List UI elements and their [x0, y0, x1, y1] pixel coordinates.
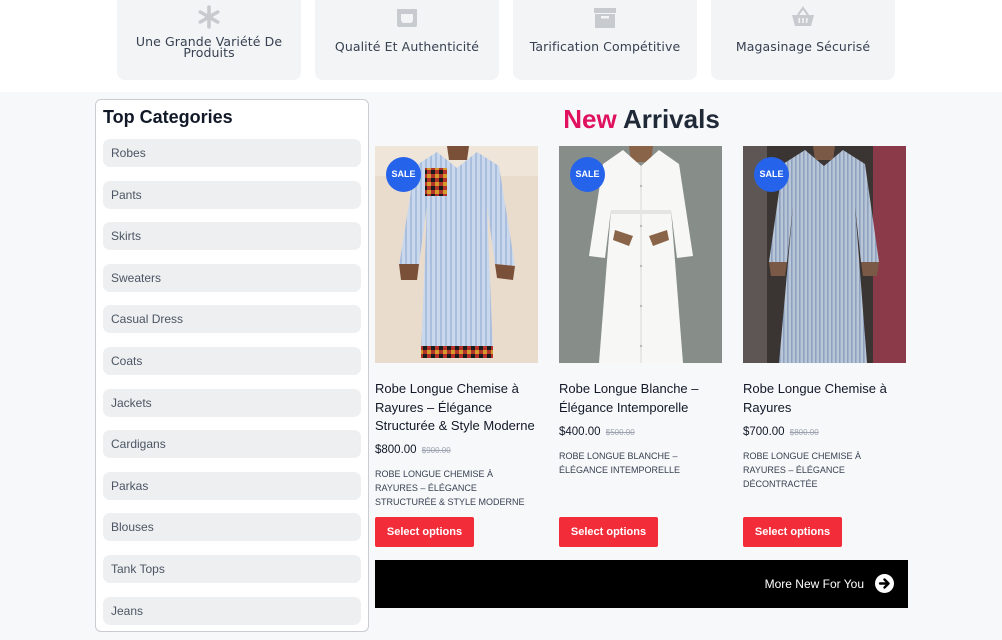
- category-item-casual-dress[interactable]: Casual Dress: [103, 305, 361, 333]
- category-item-robes[interactable]: Robes: [103, 139, 361, 167]
- feature-label: Une Grande Variété De Produits: [135, 34, 283, 60]
- asterisk-icon: [117, 4, 301, 30]
- shopping-basket-icon: [711, 4, 895, 30]
- cup-icon: [315, 4, 499, 30]
- arrow-right-circle-icon: [875, 574, 894, 593]
- heading-rest: Arrivals: [622, 104, 720, 134]
- category-item-pants[interactable]: Pants: [103, 181, 361, 209]
- product-description: Robe Longue Chemise à Rayures – Élégance…: [743, 451, 862, 489]
- product-description: Robe Longue Chemise à Rayures – Élégance…: [375, 469, 525, 507]
- feature-label: Tarification Compétitive: [529, 39, 681, 54]
- category-item-skirts[interactable]: Skirts: [103, 222, 361, 250]
- more-new-for-you-button[interactable]: More New For You: [375, 560, 908, 608]
- section-heading: New Arrivals: [375, 104, 908, 135]
- select-options-button[interactable]: Select options: [743, 517, 842, 547]
- current-price: $400.00: [559, 426, 601, 438]
- old-price: $500.00: [605, 428, 635, 437]
- product-card: SALE Robe Longue Chemise à Rayures $700.…: [743, 146, 906, 547]
- archive-box-icon: [513, 4, 697, 30]
- product-title[interactable]: Robe Longue Blanche – Élégance Intempore…: [559, 380, 722, 417]
- sale-badge: SALE: [754, 157, 789, 192]
- category-item-cardigans[interactable]: Cardigans: [103, 430, 361, 458]
- product-title[interactable]: Robe Longue Chemise à Rayures: [743, 380, 906, 417]
- product-image[interactable]: SALE: [743, 146, 906, 363]
- feature-card-variety: Une Grande Variété De Produits: [117, 0, 301, 80]
- product-image[interactable]: SALE: [559, 146, 722, 363]
- product-card: SALE Robe Longue Chemise à Rayures – Élé…: [375, 146, 538, 547]
- feature-label: Magasinage Sécurisé: [735, 39, 871, 54]
- category-item-tank-tops[interactable]: Tank Tops: [103, 555, 361, 583]
- product-card: SALE Robe Longue Blanche – Élégance Inte…: [559, 146, 722, 547]
- feature-label: Qualité Et Authenticité: [334, 39, 480, 54]
- sale-badge: SALE: [386, 157, 421, 192]
- heading-accent: New: [563, 104, 617, 134]
- feature-card-quality: Qualité Et Authenticité: [315, 0, 499, 80]
- category-item-coats[interactable]: Coats: [103, 347, 361, 375]
- category-item-sweaters[interactable]: Sweaters: [103, 264, 361, 292]
- top-categories-sidebar: Top Categories Robes Pants Skirts Sweate…: [95, 99, 369, 632]
- sale-badge: SALE: [570, 157, 605, 192]
- product-price: $700.00 $800.00: [743, 426, 819, 438]
- category-item-parkas[interactable]: Parkas: [103, 472, 361, 500]
- product-image[interactable]: SALE: [375, 146, 538, 363]
- features-band: Une Grande Variété De Produits Qualité E…: [0, 0, 1002, 92]
- current-price: $800.00: [375, 444, 417, 456]
- select-options-button[interactable]: Select options: [559, 517, 658, 547]
- category-item-jackets[interactable]: Jackets: [103, 389, 361, 417]
- feature-card-pricing: Tarification Compétitive: [513, 0, 697, 80]
- product-title[interactable]: Robe Longue Chemise à Rayures – Élégance…: [375, 380, 538, 436]
- old-price: $800.00: [789, 428, 819, 437]
- product-price: $400.00 $500.00: [559, 426, 635, 438]
- feature-card-secure: Magasinage Sécurisé: [711, 0, 895, 80]
- select-options-button[interactable]: Select options: [375, 517, 474, 547]
- category-item-jeans[interactable]: Jeans: [103, 597, 361, 625]
- product-description: Robe Longue Blanche – Élégance Intempore…: [559, 451, 681, 475]
- product-price: $800.00 $900.00: [375, 444, 451, 456]
- current-price: $700.00: [743, 426, 785, 438]
- category-item-blouses[interactable]: Blouses: [103, 513, 361, 541]
- old-price: $900.00: [421, 446, 451, 455]
- more-label: More New For You: [764, 577, 864, 591]
- sidebar-title: Top Categories: [103, 107, 233, 127]
